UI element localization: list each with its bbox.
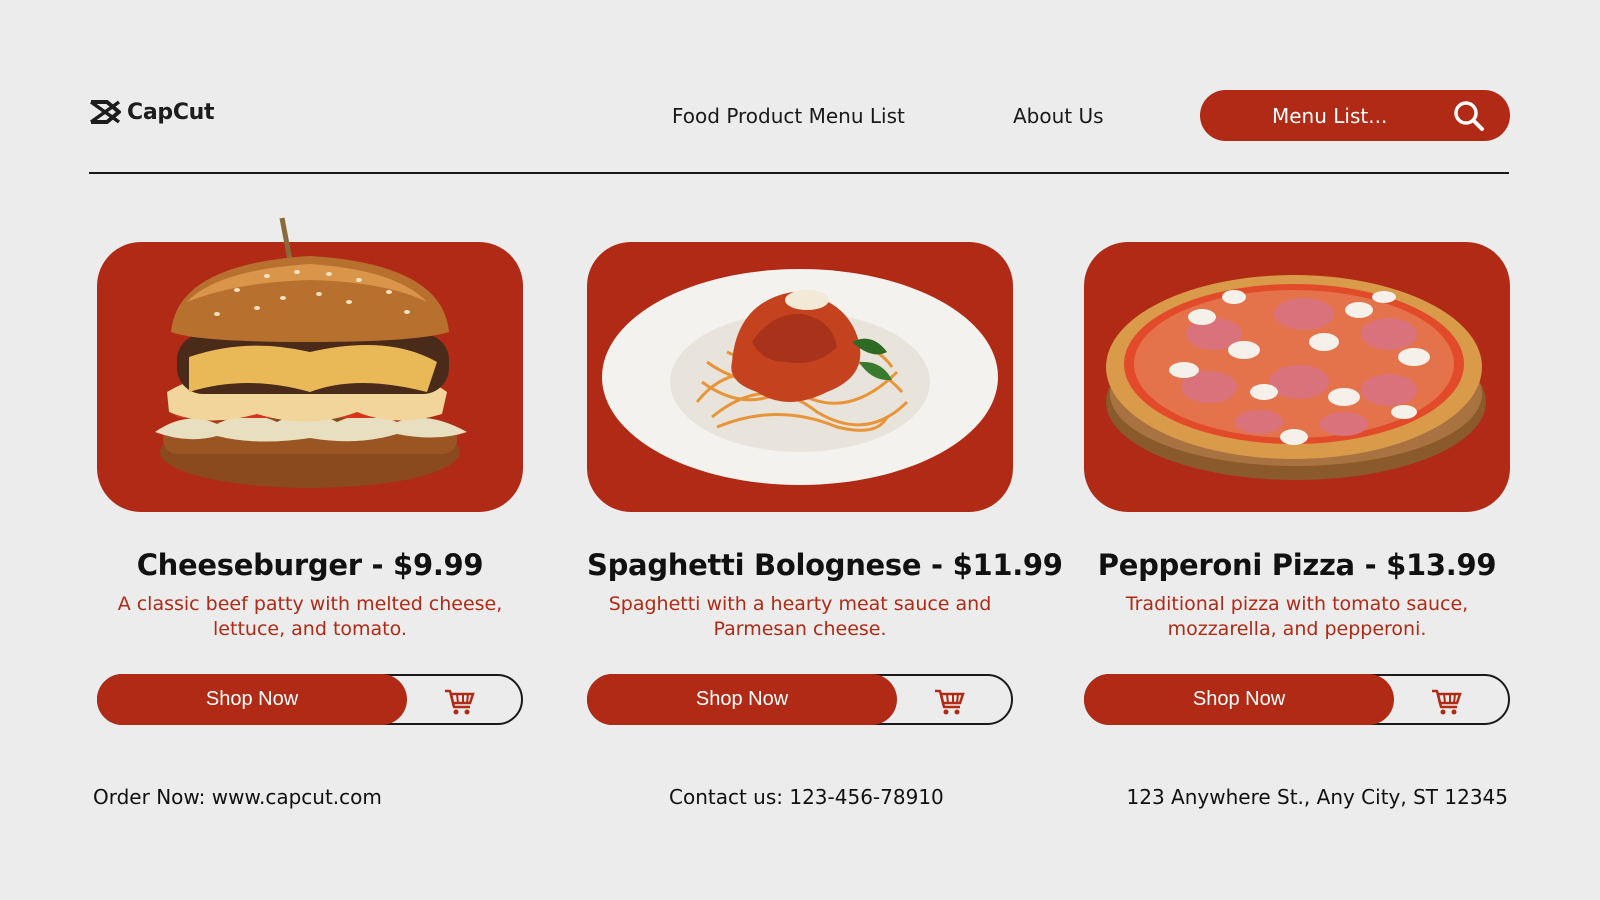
product-image-frame: [97, 217, 523, 512]
shop-now-button[interactable]: Shop Now: [97, 674, 407, 725]
product-description: Spaghetti with a hearty meat sauce and P…: [608, 593, 992, 640]
shop-now-button[interactable]: Shop Now: [1084, 674, 1394, 725]
nav-link-menu-list[interactable]: Food Product Menu List: [672, 104, 905, 128]
nav-link-about-us[interactable]: About Us: [1013, 104, 1104, 128]
product-title: Pepperoni Pizza - $13.99: [1097, 548, 1497, 582]
pizza-image: [1106, 275, 1486, 480]
product-image-frame: [587, 242, 1013, 512]
footer-contact: Contact us: 123-456-78910: [669, 785, 944, 809]
product-description: A classic beef patty with melted cheese,…: [117, 593, 503, 640]
capcut-logo-icon: [89, 100, 121, 124]
product-card-spaghetti: Spaghetti Bolognese - $11.99 Spaghetti w…: [587, 242, 1063, 725]
product-card-pizza: Pepperoni Pizza - $13.99 Traditional piz…: [1084, 242, 1510, 725]
cheeseburger-image: [155, 217, 467, 488]
search-icon: [1454, 101, 1484, 131]
cart-icon[interactable]: [1430, 685, 1462, 717]
shop-action-bar: Shop Now: [97, 674, 523, 725]
product-card-cheeseburger: Cheeseburger - $9.99 A classic beef patt…: [97, 217, 523, 725]
brand-logo[interactable]: CapCut: [89, 99, 215, 125]
shop-action-bar: Shop Now: [1084, 674, 1510, 725]
cart-icon[interactable]: [933, 685, 965, 717]
product-title: Cheeseburger - $9.99: [136, 548, 484, 582]
product-image-frame: [1084, 242, 1510, 512]
shop-action-bar: Shop Now: [587, 674, 1013, 725]
footer-order-link[interactable]: Order Now: www.capcut.com: [93, 785, 382, 809]
food-menu-page: CapCut Food Product Menu List About Us M…: [0, 0, 1600, 900]
product-description: Traditional pizza with tomato sauce, moz…: [1125, 593, 1469, 640]
spaghetti-image: [602, 269, 998, 485]
menu-search-button[interactable]: Menu List...: [1200, 90, 1510, 141]
header-divider: [89, 172, 1509, 174]
menu-search-label: Menu List...: [1272, 104, 1388, 128]
product-title: Spaghetti Bolognese - $11.99: [587, 548, 1063, 582]
cart-icon[interactable]: [443, 685, 475, 717]
footer-address: 123 Anywhere St., Any City, ST 12345: [1126, 785, 1508, 809]
brand-name: CapCut: [127, 99, 215, 125]
shop-now-button[interactable]: Shop Now: [587, 674, 897, 725]
